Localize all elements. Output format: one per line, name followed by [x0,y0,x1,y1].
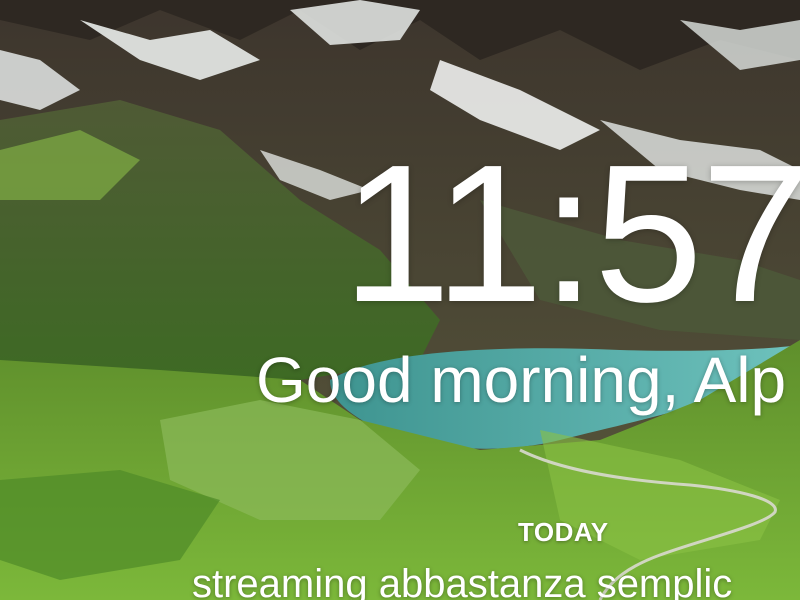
new-tab-dashboard: 11:57 Good morning, Alp TODAY streaming … [0,0,800,600]
greeting-text: Good morning, Alp [256,344,787,416]
daily-focus-text[interactable]: streaming abbastanza semplic [192,560,732,600]
clock-time: 11:57 [342,124,800,343]
today-label: TODAY [518,517,609,547]
